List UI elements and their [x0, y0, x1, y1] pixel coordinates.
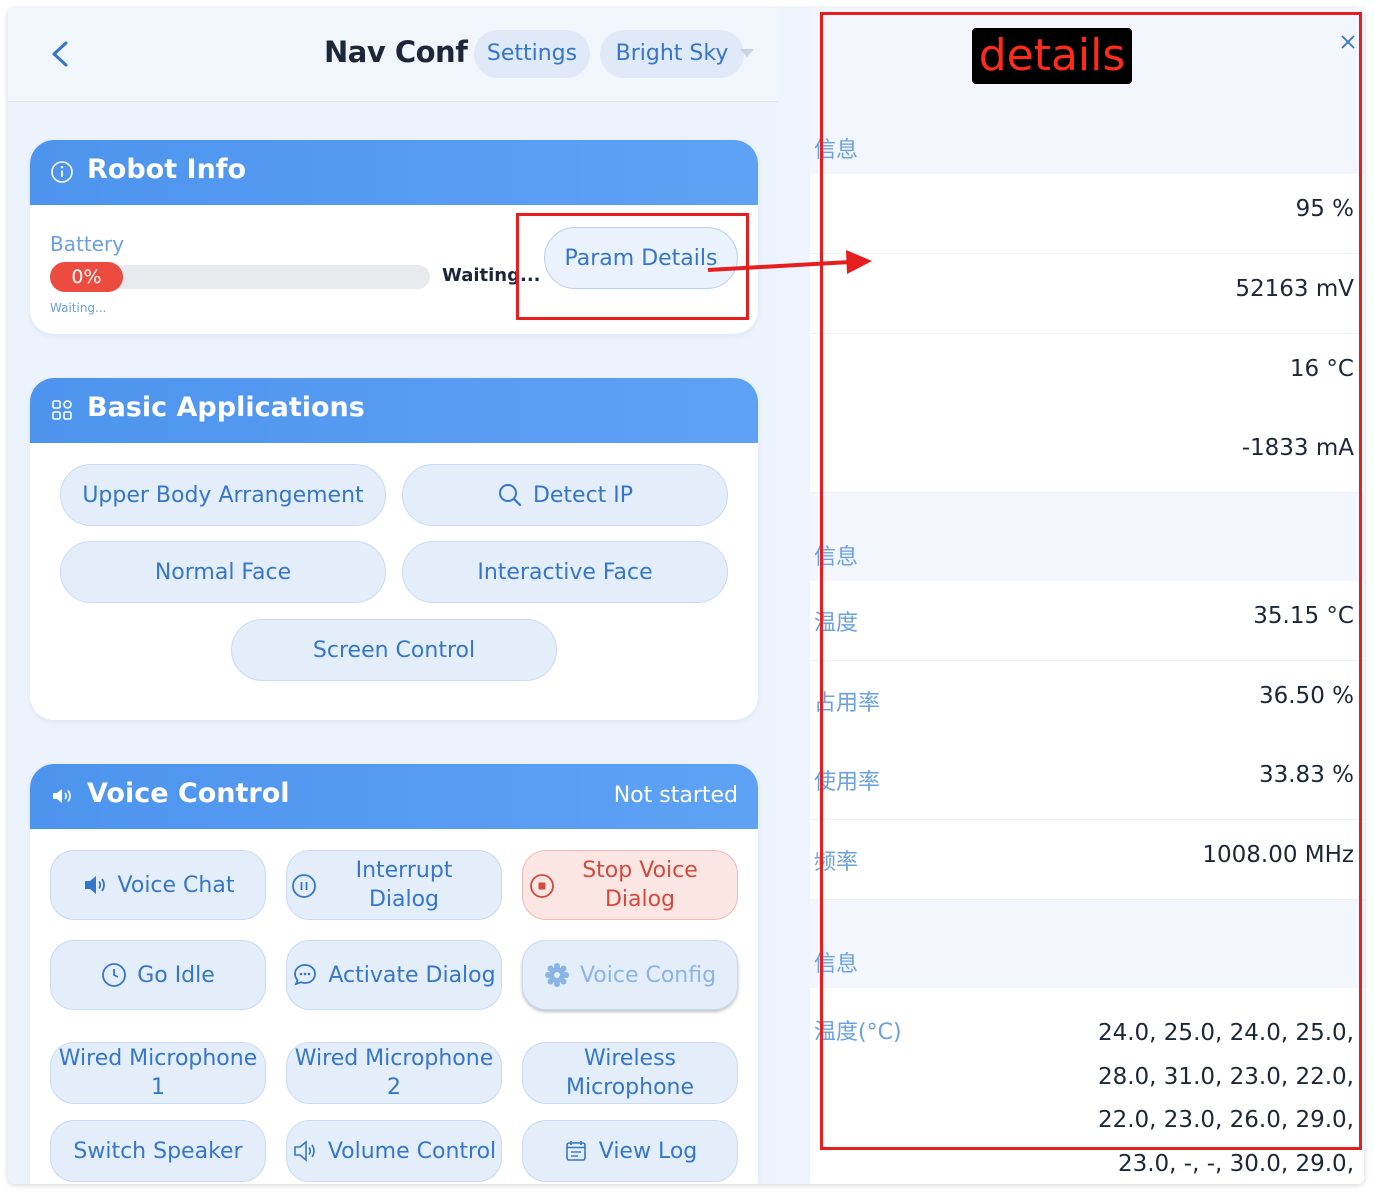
interrupt-dialog-button[interactable]: Interrupt Dialog [286, 850, 502, 920]
volume-icon [294, 1140, 315, 1162]
stop-voice-dialog-button[interactable]: Stop Voice Dialog [522, 850, 738, 920]
page-header: Nav Conf Settings Bright Sky [8, 8, 778, 102]
back-arrow-icon[interactable] [48, 40, 72, 68]
details-panel-highlight-box [820, 12, 1362, 1150]
normal-face-button[interactable]: Normal Face [60, 541, 386, 603]
button-label: Wired Microphone 1 [58, 1046, 258, 1100]
basic-applications-card: Basic Applications Upper Body Arrangemen… [30, 378, 758, 720]
button-label: Detect IP [532, 482, 634, 508]
page-title: Nav Conf [324, 35, 468, 69]
activate-dialog-button[interactable]: Activate Dialog [286, 940, 502, 1010]
search-icon [498, 484, 522, 507]
detect-ip-button[interactable]: Detect IP [402, 464, 728, 526]
speaker-icon [84, 876, 105, 894]
voice-control-title: Voice Control [87, 778, 290, 809]
wireless-microphone-button[interactable]: Wireless Microphone [522, 1042, 738, 1104]
grid-icon [52, 400, 72, 420]
wired-microphone-1-button[interactable]: Wired Microphone 1 [50, 1042, 266, 1104]
details-annotation-label: details [972, 28, 1132, 84]
voice-config-button[interactable]: Voice Config [522, 940, 738, 1010]
button-label: Upper Body Arrangement [82, 482, 364, 508]
interactive-face-button[interactable]: Interactive Face [402, 541, 728, 603]
button-label: Normal Face [154, 559, 292, 585]
clock-icon [102, 963, 127, 987]
battery-percent-badge: 0% [50, 262, 123, 292]
theme-selector[interactable]: Bright Sky [600, 30, 744, 78]
switch-speaker-button[interactable]: Switch Speaker [50, 1120, 266, 1182]
button-label: View Log [598, 1138, 698, 1164]
battery-subtext: Waiting... [50, 301, 107, 315]
nav-conf-page: Nav Conf Settings Bright Sky Robot Info … [8, 8, 778, 1184]
voice-control-header: Voice Control Not started [30, 764, 758, 829]
basic-applications-title: Basic Applications [87, 392, 365, 423]
button-label: Interrupt Dialog [355, 858, 453, 912]
upper-body-arrangement-button[interactable]: Upper Body Arrangement [60, 464, 386, 526]
screen-control-button[interactable]: Screen Control [231, 619, 557, 681]
chevron-down-icon[interactable] [740, 49, 754, 57]
button-label: Interactive Face [477, 559, 653, 585]
speaker-icon [53, 789, 71, 803]
button-label: Wired Microphone 2 [294, 1046, 494, 1100]
button-label: Screen Control [312, 637, 476, 663]
voice-chat-button[interactable]: Voice Chat [50, 850, 266, 920]
button-label: Activate Dialog [328, 962, 496, 988]
button-label: Voice Config [579, 962, 717, 988]
voice-control-card: Voice Control Not started Voice Chat Int… [30, 764, 758, 1184]
button-label: Switch Speaker [73, 1138, 243, 1164]
button-label: Volume Control [327, 1138, 497, 1164]
go-idle-button[interactable]: Go Idle [50, 940, 266, 1010]
basic-applications-header: Basic Applications [30, 378, 758, 443]
settings-button[interactable]: Settings [474, 30, 590, 78]
button-label: Voice Chat [117, 872, 235, 898]
pause-circle-icon [292, 874, 316, 898]
volume-control-button[interactable]: Volume Control [286, 1120, 502, 1182]
voice-control-status: Not started [613, 783, 738, 808]
wired-microphone-2-button[interactable]: Wired Microphone 2 [286, 1042, 502, 1104]
button-label: Go Idle [137, 962, 215, 988]
robot-info-title: Robot Info [87, 154, 247, 185]
battery-label: Battery [50, 232, 125, 256]
button-label: Stop Voice Dialog [582, 858, 698, 912]
gear-icon [544, 963, 569, 987]
param-details-highlight-box [516, 213, 749, 320]
info-icon [51, 161, 73, 183]
button-label: Wireless Microphone [565, 1046, 695, 1100]
document-icon [565, 1141, 586, 1161]
view-log-button[interactable]: View Log [522, 1120, 738, 1182]
robot-info-header: Robot Info [30, 140, 758, 205]
stop-circle-icon [530, 874, 554, 898]
chat-bubble-icon [294, 964, 317, 986]
